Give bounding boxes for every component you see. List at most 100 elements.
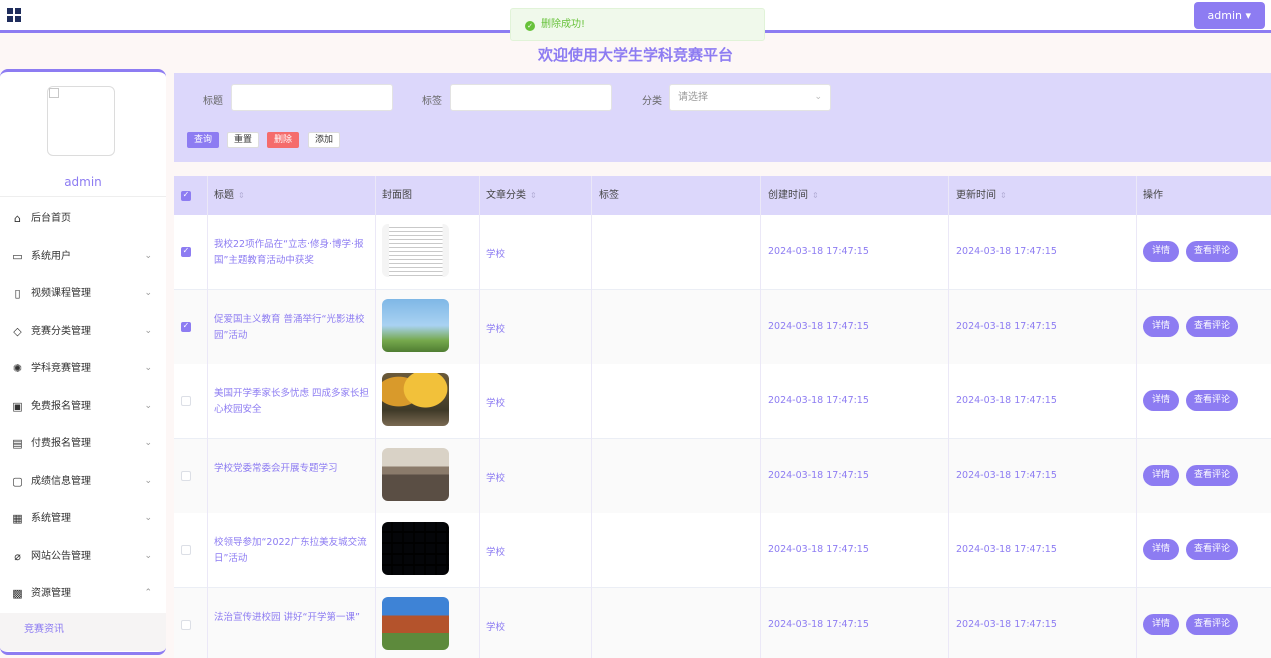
table-row: 法治宣传进校园 讲好“开学第一课” 学校 2024-03-18 17:47:15 20… bbox=[174, 587, 1271, 658]
sidebar-item[interactable]: ▤ 付费报名管理 ⌄ bbox=[0, 425, 166, 463]
query-button[interactable]: 查询 bbox=[187, 132, 220, 148]
column-header-title[interactable]: 标题 ⇕ bbox=[207, 176, 245, 215]
view-comments-button[interactable]: 查看评论 bbox=[1186, 539, 1238, 560]
table-row: 我校22项作品在“立志·修身·博学·报国”主题教育活动中获奖 学校 2024-03-… bbox=[174, 215, 1271, 290]
sort-icon[interactable]: ⇕ bbox=[812, 191, 819, 200]
cover-image bbox=[382, 373, 449, 426]
sidebar-username: admin bbox=[64, 175, 102, 189]
row-checkbox[interactable] bbox=[181, 545, 191, 555]
home-icon: ⌂ bbox=[14, 212, 21, 225]
detail-button[interactable]: 详情 bbox=[1143, 390, 1179, 411]
view-comments-button[interactable]: 查看评论 bbox=[1186, 315, 1238, 337]
row-checkbox[interactable] bbox=[181, 246, 191, 257]
reset-button[interactable]: 重置 bbox=[227, 132, 260, 148]
chevron-down-icon: ⌄ bbox=[144, 475, 152, 486]
sidebar-item-label: 视频课程管理 bbox=[31, 288, 91, 299]
add-button[interactable]: 添加 bbox=[308, 132, 341, 148]
category-select-placeholder: 请选择 bbox=[678, 92, 708, 103]
sidebar-item[interactable]: ◇ 竞赛分类管理 ⌄ bbox=[0, 313, 166, 351]
tag-filter-input[interactable] bbox=[450, 84, 612, 111]
sidebar-item[interactable]: ▭ 系统用户 ⌄ bbox=[0, 238, 166, 276]
sidebar-item-label: 系统用户 bbox=[31, 250, 71, 262]
sidebar-item[interactable]: ▣ 免费报名管理 ⌄ bbox=[0, 388, 166, 426]
view-comments-button[interactable]: 查看评论 bbox=[1186, 613, 1238, 635]
row-title: 美国开学季家长多忧虑 四成多家长担心校园安全 bbox=[214, 388, 370, 415]
user-menu-button[interactable]: admin ▾ bbox=[1193, 2, 1265, 29]
bookmark-icon: ▯ bbox=[14, 287, 21, 300]
sidebar-item-label: 后台首页 bbox=[31, 213, 71, 224]
detail-button[interactable]: 详情 bbox=[1143, 613, 1179, 635]
row-category: 学校 bbox=[486, 547, 506, 558]
column-divider bbox=[207, 176, 208, 658]
caret-down-icon: ▾ bbox=[1245, 9, 1251, 22]
monitor-icon: ▭ bbox=[12, 249, 23, 263]
row-checkbox[interactable] bbox=[181, 396, 191, 406]
delete-button[interactable]: 删除 bbox=[267, 132, 300, 148]
sidebar-item[interactable]: ▦ 系统管理 ⌄ bbox=[0, 500, 166, 538]
row-updated-time: 2024-03-18 17:47:15 bbox=[956, 618, 1057, 630]
column-header-updated[interactable]: 更新时间 ⇕ bbox=[949, 176, 1007, 215]
sidebar-item[interactable]: ▩ 资源管理 ⌃ bbox=[0, 575, 166, 613]
content-gap bbox=[174, 162, 1271, 176]
title-filter-input[interactable] bbox=[231, 84, 393, 111]
category-select[interactable]: 请选择 ⌄ bbox=[669, 84, 831, 111]
chevron-down-icon: ⌄ bbox=[144, 363, 152, 373]
column-header-created[interactable]: 创建时间 ⇕ bbox=[761, 176, 819, 215]
sidebar-item[interactable]: ▢ 成绩信息管理 ⌄ bbox=[0, 463, 166, 501]
select-all-checkbox[interactable] bbox=[181, 190, 191, 201]
row-title: 法治宣传进校园 讲好“开学第一课” bbox=[214, 611, 360, 623]
view-comments-button[interactable]: 查看评论 bbox=[1186, 241, 1238, 262]
sidebar-subitem[interactable]: 竞赛资讯 bbox=[0, 612, 166, 651]
sidebar-divider bbox=[0, 196, 166, 197]
sidebar-item[interactable]: ⌂ 后台首页 bbox=[0, 200, 166, 238]
apps-grid-icon[interactable] bbox=[7, 8, 21, 22]
sidebar-item-label: 资源管理 bbox=[31, 588, 71, 599]
row-title: 促爱国主义教育 普涌举行“光影进校园”活动 bbox=[214, 313, 365, 341]
table-row: 校领导参加“2022广东拉美友城交流日”活动 学校 2024-03-18 17:47… bbox=[174, 513, 1271, 588]
view-comments-button[interactable]: 查看评论 bbox=[1186, 464, 1238, 486]
row-checkbox[interactable] bbox=[181, 619, 191, 630]
row-created-time: 2024-03-18 17:47:15 bbox=[768, 320, 869, 332]
column-divider bbox=[760, 176, 761, 658]
chevron-down-icon: ⌄ bbox=[144, 400, 152, 411]
column-header-category[interactable]: 文章分类 ⇕ bbox=[479, 176, 537, 215]
table-row: 美国开学季家长多忧虑 四成多家长担心校园安全 学校 2024-03-18 17:47… bbox=[174, 364, 1271, 439]
column-divider bbox=[1136, 176, 1137, 658]
table-header: 标题⇕ 封面图 文章分类⇕ 标签 创建时间⇕ 更新时间⇕ 操作 bbox=[174, 176, 1271, 215]
sort-icon[interactable]: ⇕ bbox=[238, 191, 245, 200]
check-circle-icon: ✓ bbox=[525, 21, 535, 31]
column-divider bbox=[375, 176, 376, 658]
toast-message: 删除成功! bbox=[541, 19, 586, 30]
row-checkbox[interactable] bbox=[181, 321, 191, 332]
detail-button[interactable]: 详情 bbox=[1143, 241, 1179, 262]
row-title: 校领导参加“2022广东拉美友城交流日”活动 bbox=[214, 537, 367, 564]
table-row: 学校党委常委会开展专题学习 学校 2024-03-18 17:47:15 2024-0… bbox=[174, 438, 1271, 514]
archive-icon: ▦ bbox=[12, 512, 23, 525]
sidebar-item[interactable]: ▯ 视频课程管理 ⌄ bbox=[0, 275, 166, 313]
table-row: 促爱国主义教育 普涌举行“光影进校园”活动 学校 2024-03-18 17:47:… bbox=[174, 289, 1271, 365]
chevron-up-icon: ⌃ bbox=[144, 588, 152, 598]
row-checkbox[interactable] bbox=[181, 470, 191, 481]
inbox-icon: ▣ bbox=[12, 399, 23, 413]
sidebar-item[interactable]: ✺ 学科竞赛管理 ⌄ bbox=[0, 350, 166, 388]
sidebar-item[interactable]: ⌀ 网站公告管理 ⌄ bbox=[0, 538, 166, 576]
clipboard-icon: ▤ bbox=[12, 437, 23, 450]
sidebar: admin ⌂ 后台首页 ▭ 系统用户 ⌄ ▯ 视频课程管理 ⌄ ◇ 竞赛分类管理 ⌄ ✺ 学科竞赛管理… bbox=[0, 69, 166, 655]
tag-filter-label: 标签 bbox=[422, 96, 442, 107]
detail-button[interactable]: 详情 bbox=[1143, 315, 1179, 337]
row-category: 学校 bbox=[486, 398, 506, 409]
cover-image bbox=[382, 522, 449, 575]
title-filter-label: 标题 bbox=[203, 96, 223, 107]
detail-button[interactable]: 详情 bbox=[1143, 539, 1179, 560]
view-comments-button[interactable]: 查看评论 bbox=[1186, 390, 1238, 411]
row-created-time: 2024-03-18 17:47:15 bbox=[768, 544, 869, 555]
detail-button[interactable]: 详情 bbox=[1143, 464, 1179, 486]
row-updated-time: 2024-03-18 17:47:15 bbox=[956, 246, 1057, 257]
sort-icon[interactable]: ⇕ bbox=[1000, 191, 1007, 200]
sort-icon[interactable]: ⇕ bbox=[530, 191, 537, 200]
sidebar-menu: ⌂ 后台首页 ▭ 系统用户 ⌄ ▯ 视频课程管理 ⌄ ◇ 竞赛分类管理 ⌄ ✺ 学科竞赛管理 ⌄ ▣ 免费报名… bbox=[0, 200, 166, 651]
success-toast: ✓ 删除成功! bbox=[510, 8, 765, 41]
row-created-time: 2024-03-18 17:47:15 bbox=[768, 618, 869, 630]
chevron-down-icon: ⌄ bbox=[144, 550, 152, 561]
category-filter-label: 分类 bbox=[642, 96, 662, 107]
